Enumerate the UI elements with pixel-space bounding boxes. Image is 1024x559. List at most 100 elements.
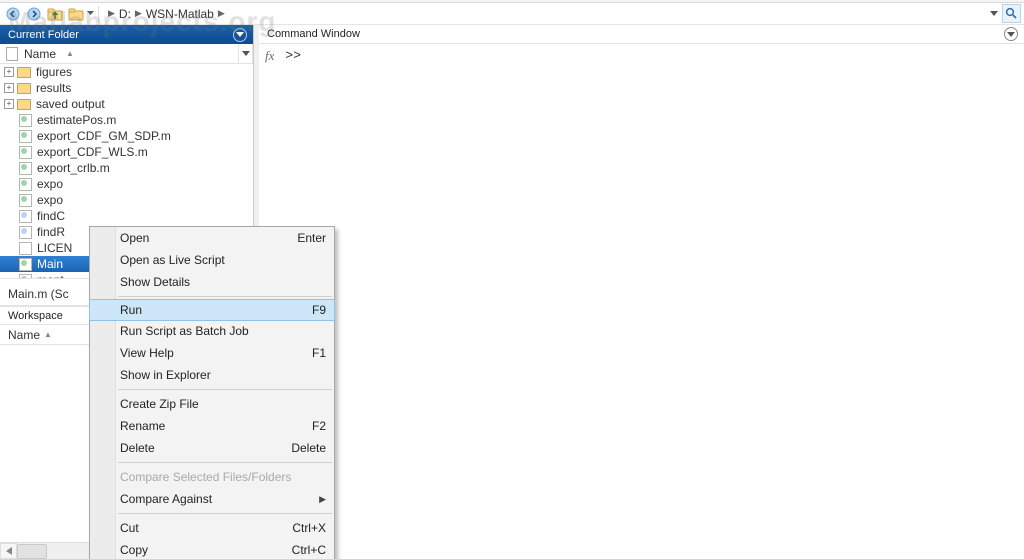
chevron-right-icon: ▶ [135,8,142,19]
file-name-label: findR [37,225,65,239]
file-name-label: export_CDF_GM_SDP.m [37,129,171,143]
menu-item[interactable]: Open as Live Script [90,249,334,271]
current-folder-header: Current Folder [0,25,253,44]
file-row[interactable]: estimatePos.m [0,112,253,128]
menu-separator [118,513,332,514]
menu-item-shortcut: Ctrl+X [292,521,326,535]
file-name-label: LICEN [37,241,72,255]
file-row[interactable]: export_CDF_WLS.m [0,144,253,160]
breadcrumb-drive[interactable]: D: [119,7,131,21]
menu-item-label: View Help [120,346,174,360]
mfn-icon [19,226,32,239]
mscript-icon [19,146,32,159]
menu-item[interactable]: Run Script as Batch Job [90,320,334,342]
command-window-title: Command Window [267,28,1004,40]
quick-access-bar: ▶ D: ▶ WSN-Matlab ▶ [0,3,1024,25]
mscript-icon [19,114,32,127]
menu-item[interactable]: Rename F2 [90,415,334,437]
menu-item-label: Compare Selected Files/Folders [120,470,291,484]
column-options-dropdown[interactable] [239,44,253,63]
expand-icon[interactable]: + [4,99,14,109]
menu-item: Compare Selected Files/Folders [90,466,334,488]
file-name-label: Main [37,257,63,271]
menu-item-shortcut: F1 [312,346,326,360]
menu-item-shortcut: Ctrl+C [292,543,326,557]
menu-item[interactable]: Show Details [90,271,334,293]
browse-folder-button[interactable] [65,4,86,24]
txt-icon [19,242,32,255]
file-row[interactable]: + saved output [0,96,253,112]
folder-icon [17,67,31,78]
file-row[interactable]: expo [0,176,253,192]
command-window-body[interactable]: fx >> [259,44,1024,559]
menu-separator [118,462,332,463]
chevron-right-icon: ▶ [108,8,115,19]
menu-item[interactable]: Copy Ctrl+C [90,539,334,559]
current-folder-title: Current Folder [8,29,233,41]
menu-item-label: Run Script as Batch Job [120,324,249,338]
menu-item[interactable]: Cut Ctrl+X [90,517,334,539]
panel-actions-button[interactable] [1004,27,1018,41]
menu-item-label: Rename [120,419,165,433]
menu-item-label: Delete [120,441,155,455]
folder-icon [17,99,31,110]
menu-item[interactable]: RunF9 [89,299,335,321]
up-folder-button[interactable] [44,4,65,24]
breadcrumb-part[interactable]: WSN-Matlab [146,7,214,21]
panel-actions-button[interactable] [233,28,247,42]
command-window-header: Command Window [259,25,1024,44]
breadcrumb[interactable]: ▶ D: ▶ WSN-Matlab ▶ [102,7,987,21]
menu-item[interactable]: Compare Against▶ [90,488,334,510]
menu-item-label: Copy [120,543,148,557]
file-name-label: results [36,81,71,95]
menu-separator [118,296,332,297]
menu-item[interactable]: Show in Explorer [90,364,334,386]
menu-item-label: Open as Live Script [120,253,225,267]
search-icon [1005,7,1018,20]
mscript-icon [19,274,32,279]
menu-item-label: Create Zip File [120,397,199,411]
menu-item[interactable]: DeleteDelete [90,437,334,459]
browse-folder-dropdown[interactable] [86,4,95,24]
menu-item[interactable]: View Help F1 [90,342,334,364]
expand-icon[interactable]: + [4,83,14,93]
file-name-label: figures [36,65,72,79]
menu-separator [118,389,332,390]
search-dropdown[interactable] [987,4,1001,24]
expand-icon[interactable]: + [4,67,14,77]
mscript-icon [19,130,32,143]
file-row[interactable]: findC [0,208,253,224]
nav-back-button[interactable] [2,4,23,24]
mscript-icon [19,178,32,191]
scroll-left-button[interactable] [0,543,17,559]
sort-indicator-icon: ▲ [44,330,52,339]
file-name-label: expo [37,193,63,207]
menu-item-shortcut: F9 [312,303,326,317]
submenu-arrow-icon: ▶ [319,494,326,505]
nav-forward-button[interactable] [23,4,44,24]
file-list-header: Name ▲ [0,44,253,64]
menu-item-shortcut: Enter [297,231,326,245]
menu-item[interactable]: Open Enter [90,227,334,249]
file-row[interactable]: export_crlb.m [0,160,253,176]
doc-icon [6,47,18,61]
fx-button[interactable]: fx [263,48,281,64]
file-row[interactable]: expo [0,192,253,208]
menu-item[interactable]: Create Zip File [90,393,334,415]
scroll-thumb[interactable] [17,544,47,559]
folder-icon [17,83,31,94]
qa-separator [98,6,99,22]
file-name-label: saved output [36,97,105,111]
file-name-label: export_crlb.m [37,161,110,175]
menu-item-label: Show Details [120,275,190,289]
search-button[interactable] [1002,4,1021,23]
file-row[interactable]: + figures [0,64,253,80]
menu-item-shortcut: F2 [312,419,326,433]
menu-item-label: Cut [120,521,139,535]
file-row[interactable]: + results [0,80,253,96]
chevron-right-icon: ▶ [218,8,225,19]
file-row[interactable]: export_CDF_GM_SDP.m [0,128,253,144]
column-name[interactable]: Name ▲ [0,44,239,63]
sort-indicator-icon: ▲ [66,49,74,58]
menu-item-label: Open [120,231,149,245]
